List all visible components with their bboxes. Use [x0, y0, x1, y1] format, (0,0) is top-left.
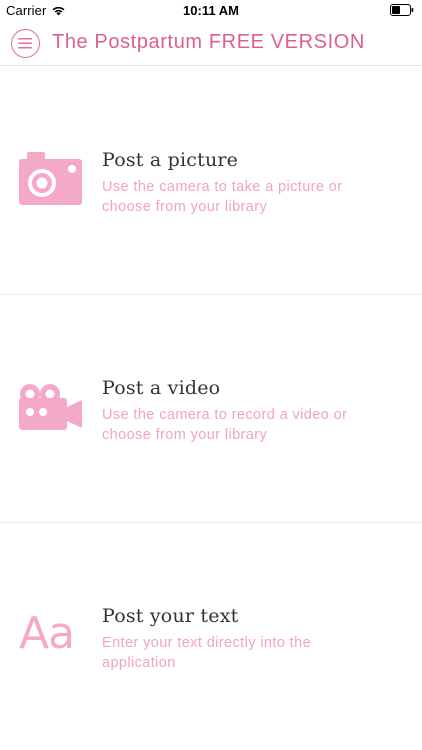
hamburger-menu-icon	[18, 38, 32, 49]
post-video-text: Post a video Use the camera to record a …	[102, 376, 382, 445]
post-video-title: Post a video	[102, 377, 221, 399]
text-aa-icon: Aa	[19, 608, 75, 659]
post-text-text: Post your text Enter your text directly …	[102, 604, 382, 673]
post-picture-description: Use the camera to take a picture or choo…	[102, 179, 343, 215]
battery-icon	[390, 4, 414, 16]
post-picture-option[interactable]: Post a picture Use the camera to take a …	[0, 66, 422, 295]
post-text-description: Enter your text directly into the applic…	[102, 635, 312, 671]
menu-button[interactable]	[11, 29, 40, 58]
app-title: The Postpartum FREE VERSION	[52, 31, 365, 53]
post-video-option[interactable]: Post a video Use the camera to record a …	[0, 294, 422, 523]
status-bar: Carrier 10:11 AM	[0, 0, 422, 22]
status-time: 10:11 AM	[183, 3, 239, 18]
video-camera-icon	[19, 384, 82, 430]
camera-icon	[19, 152, 82, 205]
nav-bar: The Postpartum FREE VERSION	[0, 22, 422, 66]
post-text-option[interactable]: Aa Post your text Enter your text direct…	[0, 522, 422, 750]
post-video-description: Use the camera to record a video or choo…	[102, 407, 348, 443]
post-picture-text: Post a picture Use the camera to take a …	[102, 148, 382, 217]
post-picture-title: Post a picture	[102, 149, 239, 171]
post-text-title: Post your text	[102, 605, 239, 627]
